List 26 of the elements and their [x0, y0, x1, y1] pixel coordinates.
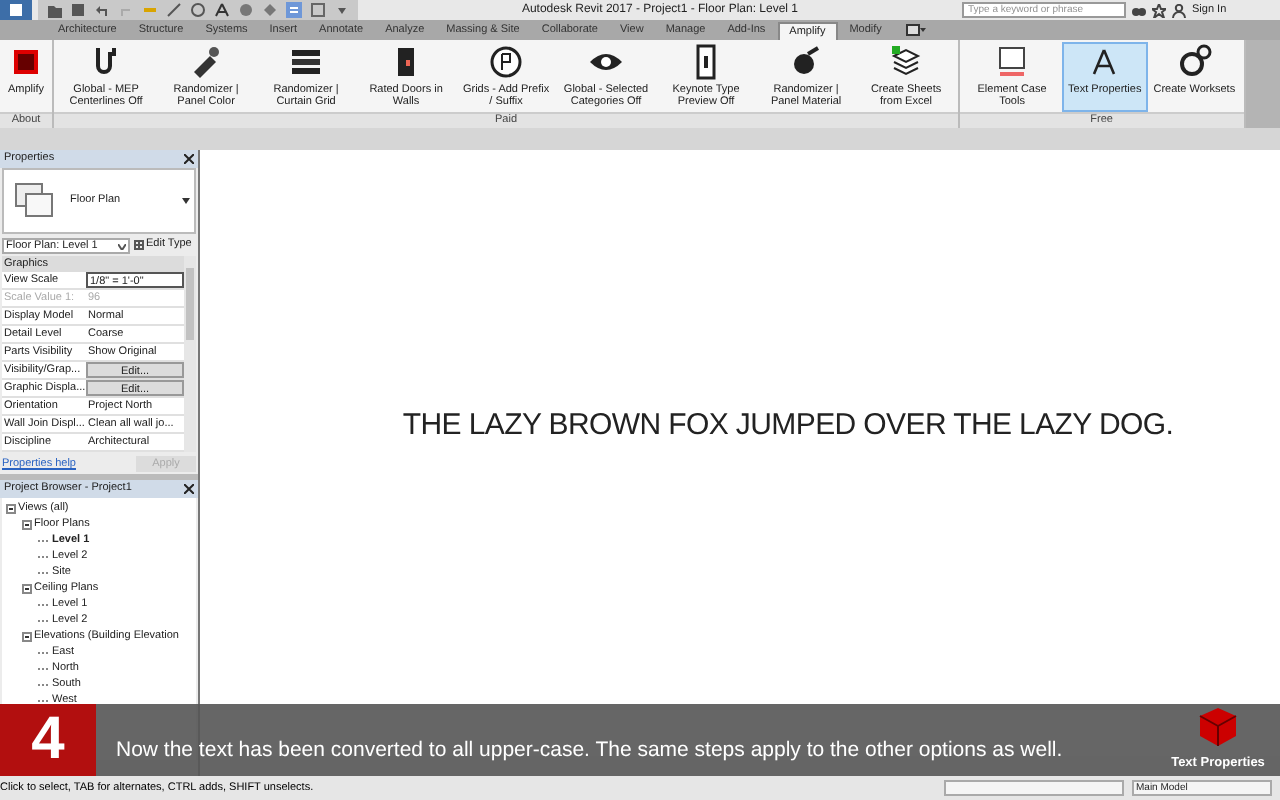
close-icon: [184, 484, 194, 494]
window-icon[interactable]: [310, 2, 326, 18]
collapse-icon: [22, 519, 32, 529]
scrollbar[interactable]: [184, 256, 196, 452]
chevron-icon: [118, 243, 126, 249]
undo-icon[interactable]: [94, 2, 110, 18]
step-badge: 4: [0, 704, 96, 776]
text-icon[interactable]: [214, 2, 230, 18]
collapse-icon: [22, 631, 32, 641]
table-icon: [134, 240, 144, 250]
brick-icon: [288, 44, 325, 80]
save-icon[interactable]: [70, 2, 86, 18]
user-icon: [1172, 3, 1186, 17]
dropdown-icon: [182, 198, 190, 204]
close-icon: [184, 154, 194, 164]
thin-lines-icon[interactable]: [286, 2, 302, 18]
binoculars-icon: [1132, 3, 1146, 17]
star-icon: [1152, 3, 1166, 17]
collapse-icon: [22, 583, 32, 593]
caption-text: Now the text has been converted to all upper-case. The same steps apply to the other options as well.: [116, 736, 1063, 766]
app-menu-button[interactable]: [0, 0, 32, 20]
cube-logo-icon: [1196, 704, 1240, 748]
text-note: THE LAZY BROWN FOX JUMPED OVER THE LAZY DOG.: [402, 406, 1174, 447]
panel-toggle-icon: [905, 24, 926, 36]
gear-icon: [1176, 44, 1213, 80]
line-icon[interactable]: [166, 2, 182, 18]
